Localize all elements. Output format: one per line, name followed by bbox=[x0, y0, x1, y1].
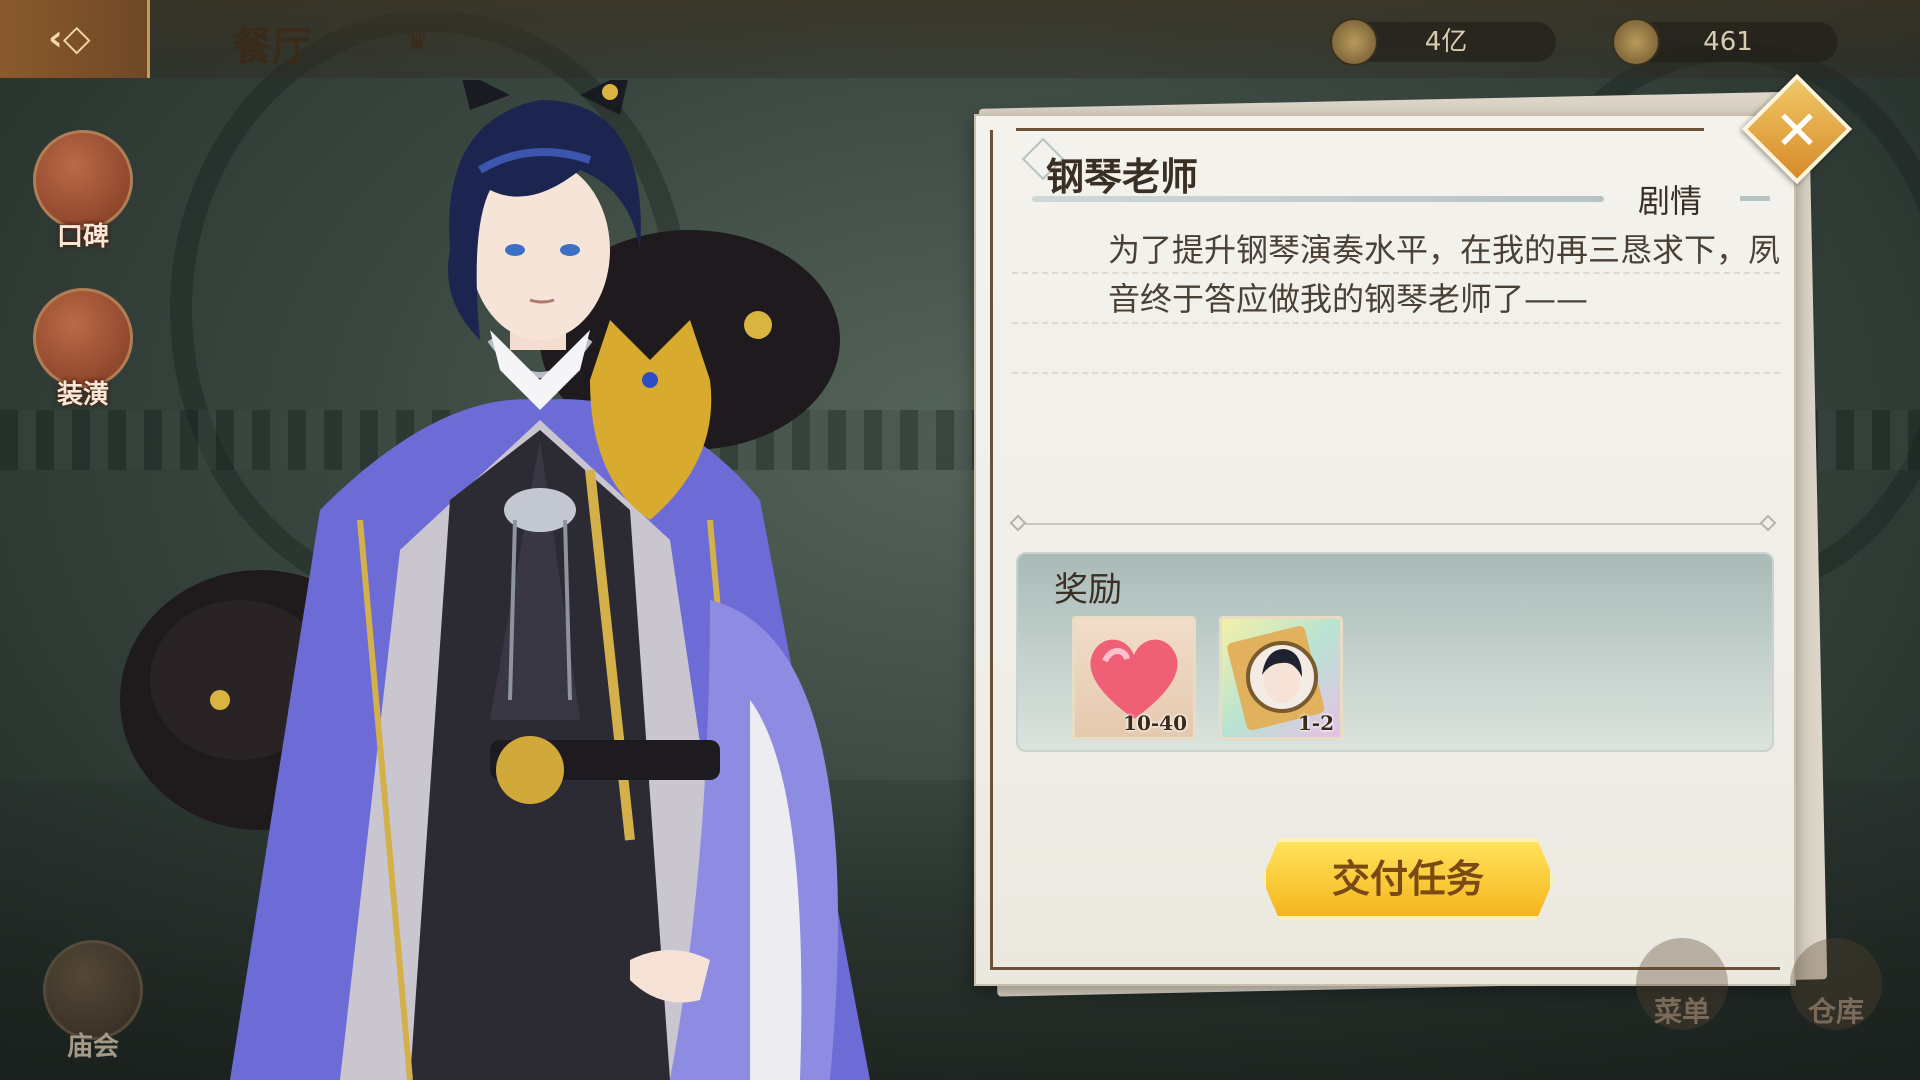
task-description: 为了提升钢琴演奏水平，在我的再三恳求下，夙音终于答应做我的钢琴老师了—— bbox=[1108, 231, 1781, 318]
task-type-tag: 剧情 bbox=[1638, 182, 1703, 220]
room-title: 餐厅 bbox=[232, 23, 312, 70]
crown-icon[interactable]: ♛ bbox=[404, 24, 444, 57]
tag-line bbox=[1740, 196, 1770, 201]
submit-task-label: 交付任务 bbox=[1331, 856, 1484, 901]
ruled-line bbox=[1012, 372, 1780, 374]
reward-item-character-card[interactable]: 1-2 bbox=[1219, 616, 1343, 740]
currency-coins-value: 4亿 bbox=[1424, 27, 1468, 57]
reward-label: 奖励 bbox=[1054, 570, 1122, 610]
currency-gems[interactable]: 461 bbox=[1612, 18, 1838, 66]
character-illustration bbox=[120, 80, 870, 1080]
task-title: 钢琴老师 bbox=[1046, 154, 1199, 199]
back-button[interactable]: ‹◇ bbox=[0, 0, 150, 78]
warehouse-label: 仓库 bbox=[1807, 995, 1864, 1028]
back-arrow-icon: ‹◇ bbox=[48, 18, 91, 59]
reward-quantity: 10-40 bbox=[1123, 711, 1187, 735]
reward-quantity: 1-2 bbox=[1297, 711, 1334, 735]
gem-icon bbox=[1612, 18, 1660, 66]
currency-coins[interactable]: 4亿 bbox=[1330, 18, 1556, 66]
currency-gems-value: 461 bbox=[1703, 27, 1753, 57]
close-icon: ✕ bbox=[1774, 99, 1820, 162]
game-screen: ‹◇ 餐厅 ♛ 4亿 461 口碑 装潢 庙会 钢琴老师 剧情 为了提升钢琴演奏… bbox=[0, 0, 1920, 1080]
top-bar: ‹◇ 餐厅 ♛ 4亿 461 bbox=[0, 0, 1920, 78]
menu-button[interactable]: 菜单 bbox=[1632, 938, 1732, 1030]
coin-scroll-icon bbox=[1330, 18, 1378, 66]
menu-label: 菜单 bbox=[1653, 995, 1710, 1028]
reward-item-heart[interactable]: 10-40 bbox=[1072, 616, 1196, 740]
warehouse-button[interactable]: 仓库 bbox=[1786, 938, 1886, 1030]
section-divider bbox=[1014, 523, 1770, 525]
submit-task-button[interactable]: 交付任务 bbox=[1262, 838, 1554, 920]
